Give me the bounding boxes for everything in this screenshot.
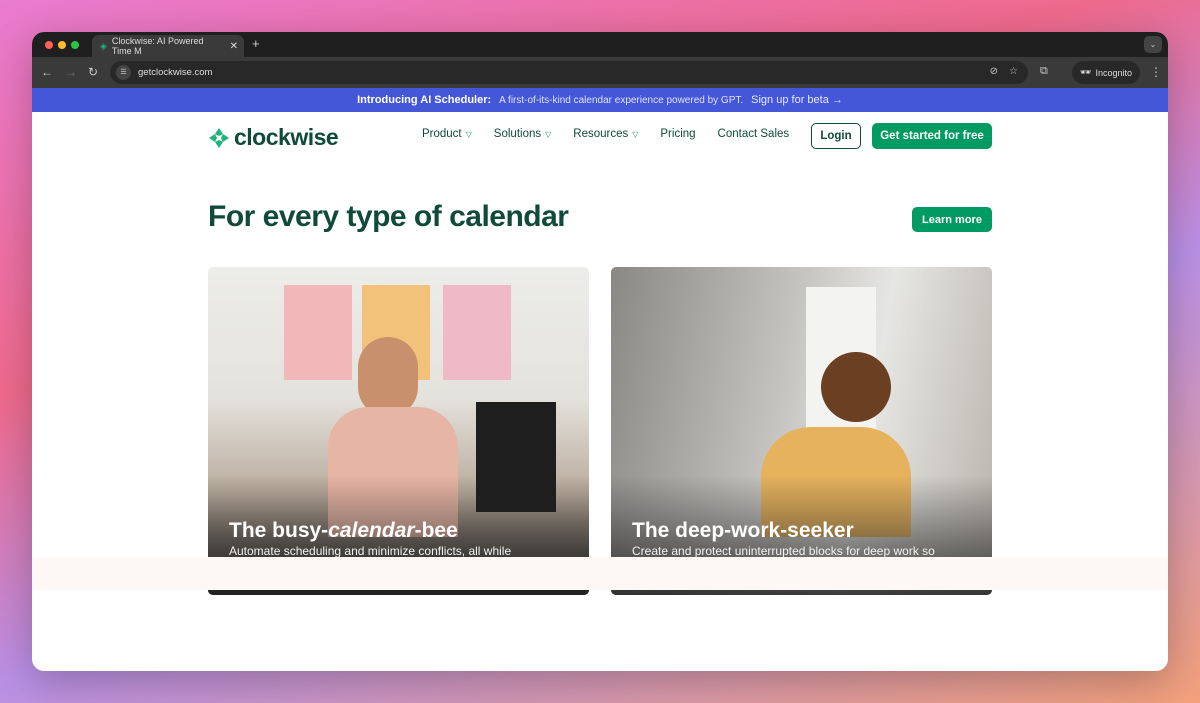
tab-title: Clockwise: AI Powered Time M — [111, 36, 204, 56]
tab-search-chevron-icon[interactable]: ⌄ — [1144, 36, 1162, 53]
maximize-window-button[interactable] — [71, 41, 79, 49]
page-title: For every type of calendar — [208, 200, 569, 233]
person-photo — [358, 337, 418, 417]
nav-contact-sales[interactable]: Contact Sales — [718, 128, 790, 140]
nav-resources[interactable]: Resources ▽ — [573, 128, 638, 140]
card-deep-work-seeker[interactable]: The deep-work-seeker Create and protect … — [611, 267, 992, 595]
close-window-button[interactable] — [45, 41, 53, 49]
chevron-down-icon: ▽ — [632, 130, 639, 139]
menu-kebab-icon[interactable]: ⋮ — [1150, 65, 1162, 79]
incognito-badge[interactable]: 🕶 Incognito — [1072, 61, 1140, 84]
minimize-window-button[interactable] — [58, 41, 66, 49]
incognito-icon: 🕶 — [1080, 67, 1092, 77]
bookmark-star-icon[interactable]: ☆ — [1009, 66, 1018, 77]
chevron-down-icon: ▽ — [545, 130, 552, 139]
next-section — [32, 557, 1168, 590]
banner-title: Introducing AI Scheduler: — [357, 94, 492, 106]
card-title: The busy-calendar-bee — [229, 519, 458, 543]
title-part: calendar — [328, 519, 415, 542]
tab-bar: ◈ Clockwise: AI Powered Time M ✕ + ⌄ — [32, 32, 1168, 57]
nav-solutions[interactable]: Solutions ▽ — [494, 128, 551, 140]
address-bar: ← → ↻ ☰ getclockwise.com ⊘ ☆ ⧉ 🕶 Incognit… — [32, 57, 1168, 88]
announcement-banner: Introducing AI Scheduler: A first-of-its… — [32, 88, 1168, 112]
chevron-down-icon: ▽ — [465, 130, 472, 139]
poster-image — [284, 285, 352, 380]
incognito-label: Incognito — [1095, 67, 1132, 78]
url-input[interactable]: ☰ getclockwise.com ⊘ ☆ — [110, 61, 1028, 84]
nav-label: Product — [422, 128, 462, 140]
site-settings-icon[interactable]: ☰ — [116, 65, 131, 80]
signup-beta-link[interactable]: Sign up for beta → — [751, 94, 843, 106]
person-photo — [821, 352, 891, 422]
clockwise-logo-icon — [209, 127, 229, 148]
browser-tab[interactable]: ◈ Clockwise: AI Powered Time M ✕ — [92, 35, 244, 57]
learn-more-button[interactable]: Learn more — [912, 207, 992, 232]
login-button[interactable]: Login — [811, 123, 861, 149]
poster-image — [443, 285, 511, 380]
browser-window: ◈ Clockwise: AI Powered Time M ✕ + ⌄ ← →… — [32, 32, 1168, 671]
nav-product[interactable]: Product ▽ — [422, 128, 472, 140]
nav-label: Resources — [573, 128, 629, 140]
back-icon[interactable]: ← — [41, 65, 53, 79]
url-text: getclockwise.com — [138, 67, 213, 78]
get-started-button[interactable]: Get started for free — [872, 123, 992, 149]
nav-pricing[interactable]: Pricing — [660, 128, 695, 140]
new-tab-icon[interactable]: + — [252, 36, 260, 51]
extensions-icon[interactable]: ⧉ — [1040, 65, 1048, 78]
eye-off-icon[interactable]: ⊘ — [990, 66, 998, 77]
card-title: The deep-work-seeker — [632, 519, 854, 542]
nav-label: Solutions — [493, 128, 542, 140]
logo-text: clockwise — [234, 124, 339, 150]
banner-text: A first-of-its-kind calendar experience … — [499, 94, 744, 106]
forward-icon[interactable]: → — [65, 65, 77, 79]
card-busy-calendar-bee[interactable]: The busy-calendar-bee Automate schedulin… — [208, 267, 589, 595]
reload-icon[interactable]: ↻ — [88, 65, 98, 79]
close-tab-icon[interactable]: ✕ — [230, 41, 238, 52]
logo[interactable]: clockwise — [208, 124, 339, 151]
title-part: -bee — [414, 519, 458, 542]
clockwise-favicon-icon: ◈ — [100, 40, 107, 51]
main-nav: Product ▽ Solutions ▽ Resources ▽ Pricing C… — [422, 128, 789, 140]
title-part: The busy- — [229, 519, 329, 542]
